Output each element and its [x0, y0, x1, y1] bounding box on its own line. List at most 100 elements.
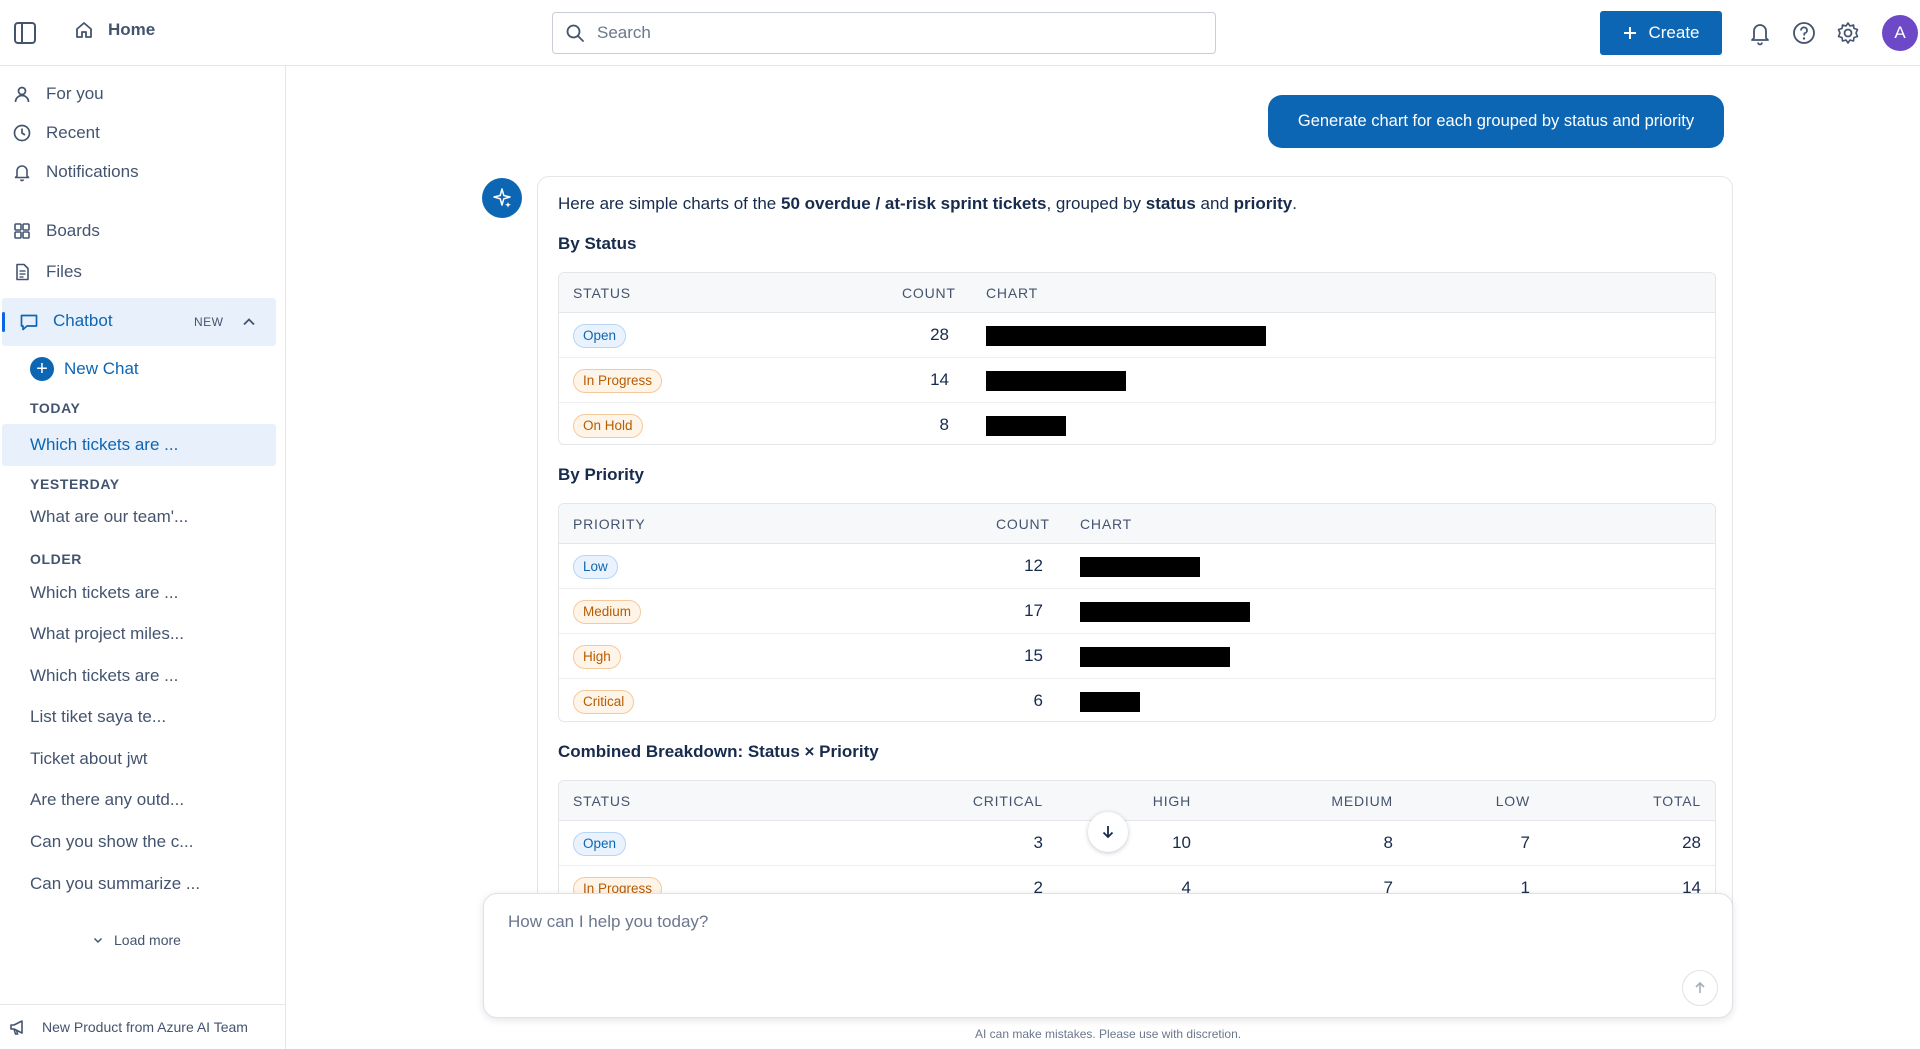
- home-link[interactable]: Home: [74, 20, 155, 40]
- priority-badge: Low: [573, 555, 618, 579]
- search-box[interactable]: [552, 12, 1216, 54]
- gear-icon[interactable]: [1834, 19, 1862, 47]
- history-item[interactable]: Are there any outd...: [30, 790, 184, 810]
- history-item[interactable]: Which tickets are ...: [30, 666, 178, 686]
- new-chat-label: New Chat: [64, 359, 139, 378]
- column-header: STATUS: [573, 793, 631, 809]
- intro-text: .: [1292, 194, 1297, 213]
- column-header: CHART: [986, 285, 1038, 301]
- new-badge: NEW: [194, 315, 224, 329]
- count-value: 12: [1024, 556, 1043, 575]
- file-icon: [12, 262, 32, 282]
- count-value: 14: [930, 370, 949, 389]
- history-item[interactable]: Ticket about jwt: [30, 749, 147, 769]
- low-count: 7: [1520, 833, 1530, 852]
- group-label-today: TODAY: [30, 400, 81, 416]
- sidebar-item-label: Files: [46, 262, 82, 281]
- count-value: 8: [939, 415, 949, 434]
- sidebar-item-label: For you: [46, 84, 104, 103]
- column-header: COUNT: [902, 285, 956, 301]
- avatar[interactable]: A: [1882, 15, 1918, 51]
- clock-icon: [12, 123, 32, 143]
- table-row: Open 3 10 8 7 28: [559, 821, 1715, 866]
- table-header: STATUS COUNT CHART: [559, 273, 1715, 313]
- sidebar-item-chatbot[interactable]: Chatbot NEW: [2, 298, 276, 346]
- announcement-label: New Product from Azure AI Team: [42, 1019, 248, 1035]
- assistant-avatar: [482, 178, 522, 218]
- intro-bold: 50 overdue / at-risk sprint tickets: [780, 194, 1047, 213]
- history-item[interactable]: List tiket saya te...: [30, 707, 166, 727]
- history-item[interactable]: Which tickets are ...: [30, 583, 178, 603]
- create-label: Create: [1648, 23, 1700, 42]
- help-icon[interactable]: [1790, 19, 1818, 47]
- status-badge: Open: [573, 324, 627, 348]
- column-header: CRITICAL: [972, 793, 1043, 809]
- chart-bar: [1080, 692, 1140, 712]
- column-header: COUNT: [996, 516, 1050, 532]
- send-button[interactable]: [1682, 970, 1718, 1006]
- load-more-label: Load more: [114, 932, 181, 948]
- chart-bar: [1080, 557, 1200, 577]
- sidebar: For you Recent Notifications Boards File…: [0, 66, 286, 1049]
- history-item[interactable]: Can you show the c...: [30, 832, 193, 852]
- section-title-status: By Status: [558, 234, 637, 253]
- group-label-older: OLDER: [30, 551, 82, 567]
- section-title-priority: By Priority: [558, 465, 644, 484]
- status-table: STATUS COUNT CHART Open 28 In Progress 1…: [558, 272, 1716, 445]
- sidebar-item-label: Boards: [46, 221, 100, 240]
- sidebar-item-notifications[interactable]: Notifications: [12, 162, 139, 182]
- new-chat-button[interactable]: + New Chat: [30, 357, 139, 381]
- home-icon: [74, 20, 94, 40]
- sidebar-item-files[interactable]: Files: [12, 262, 82, 282]
- load-more-button[interactable]: Load more: [92, 932, 181, 948]
- column-header: MEDIUM: [1331, 793, 1393, 809]
- bell-icon[interactable]: [1746, 19, 1774, 47]
- table-row: High 15: [559, 634, 1715, 679]
- megaphone-icon: [8, 1017, 28, 1037]
- table-header: STATUS CRITICAL HIGH MEDIUM LOW TOTAL: [559, 781, 1715, 821]
- chart-bar: [986, 371, 1126, 391]
- sidebar-item-recent[interactable]: Recent: [12, 123, 100, 143]
- search-input[interactable]: [597, 23, 1187, 43]
- message-composer: [483, 893, 1733, 1018]
- count-value: 15: [1024, 646, 1043, 665]
- sidebar-item-boards[interactable]: Boards: [12, 221, 100, 241]
- sidebar-toggle-icon[interactable]: [12, 20, 38, 46]
- disclaimer-text: AI can make mistakes. Please use with di…: [975, 1027, 1242, 1041]
- announcement-link[interactable]: New Product from Azure AI Team: [0, 1004, 285, 1049]
- search-icon: [565, 23, 585, 43]
- sparkle-icon: [491, 187, 513, 209]
- chart-bar: [1080, 602, 1250, 622]
- history-item-active[interactable]: Which tickets are ...: [2, 424, 276, 466]
- column-header: CHART: [1080, 516, 1132, 532]
- message-input[interactable]: [508, 912, 1688, 972]
- chart-bar: [1080, 647, 1230, 667]
- count-value: 17: [1024, 601, 1043, 620]
- home-label: Home: [108, 20, 156, 39]
- arrow-down-icon: [1099, 823, 1117, 841]
- history-item[interactable]: Can you summarize ...: [30, 874, 200, 894]
- column-header: HIGH: [1152, 793, 1191, 809]
- history-item[interactable]: What are our team'...: [30, 507, 188, 527]
- top-bar: Home Create A: [0, 0, 1920, 66]
- column-header: TOTAL: [1653, 793, 1701, 809]
- intro-text: and: [1195, 194, 1234, 213]
- history-item[interactable]: What project miles...: [30, 624, 184, 644]
- assistant-intro-text: Here are simple charts of the 50 overdue…: [558, 194, 1297, 214]
- assistant-message-card: Here are simple charts of the 50 overdue…: [537, 176, 1733, 916]
- total-count: 28: [1682, 833, 1701, 852]
- scroll-to-bottom-button[interactable]: [1088, 812, 1128, 852]
- table-row: Low 12: [559, 544, 1715, 589]
- group-label-yesterday: YESTERDAY: [30, 476, 120, 492]
- chevron-up-icon[interactable]: [240, 313, 258, 331]
- create-button[interactable]: Create: [1600, 11, 1722, 55]
- grid-icon: [12, 221, 32, 241]
- chart-bar: [986, 416, 1066, 436]
- active-indicator: [2, 312, 5, 332]
- priority-badge: High: [573, 645, 621, 669]
- user-message-bubble: Generate chart for each grouped by statu…: [1268, 95, 1724, 148]
- priority-badge: Medium: [573, 600, 642, 624]
- column-header: PRIORITY: [573, 516, 646, 532]
- status-badge: Open: [573, 832, 627, 856]
- sidebar-item-for-you[interactable]: For you: [12, 84, 104, 104]
